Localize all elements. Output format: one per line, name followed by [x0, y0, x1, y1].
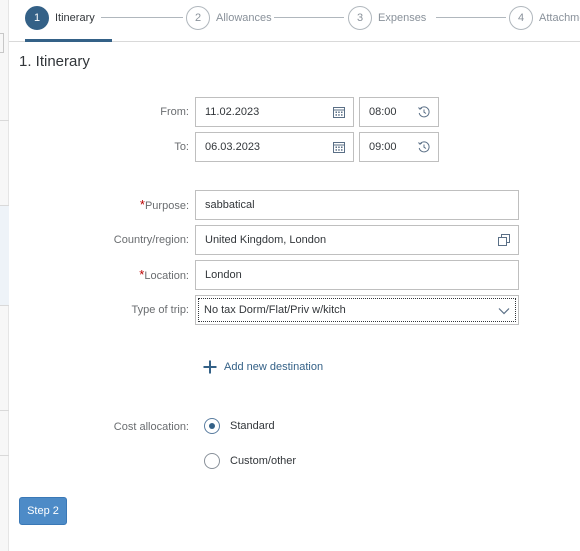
calendar-icon[interactable]	[333, 141, 345, 153]
purpose-input[interactable]: sabbatical	[195, 190, 519, 220]
radio-selected-icon	[204, 418, 220, 434]
location-value: London	[205, 269, 242, 281]
from-label: From:	[160, 106, 189, 118]
clock-icon[interactable]	[418, 106, 430, 118]
step-label: Expenses	[378, 12, 427, 24]
country-region-input[interactable]: United Kingdom, London	[195, 225, 519, 255]
step-connector	[436, 17, 506, 18]
add-new-destination-link[interactable]: Add new destination	[203, 360, 323, 374]
from-date-value: 11.02.2023	[205, 106, 260, 118]
add-new-destination-label: Add new destination	[224, 361, 324, 373]
to-label: To:	[174, 141, 189, 153]
type-of-trip-value: No tax Dorm/Flat/Priv w/kitch	[204, 304, 346, 316]
purpose-label-text: Purpose:	[144, 200, 189, 212]
left-pane-strip	[0, 0, 9, 551]
step-2-button[interactable]: Step 2	[19, 497, 67, 525]
from-time-input[interactable]: 08:00	[359, 97, 439, 127]
wizard-step-expenses[interactable]: 3 Expenses	[348, 6, 426, 30]
step-number: 4	[509, 6, 533, 30]
page-title: 1. Itinerary	[19, 53, 90, 70]
step-number: 2	[186, 6, 210, 30]
wizard-step-allowances[interactable]: 2 Allowances	[186, 6, 272, 30]
to-time-value: 09:00	[369, 141, 397, 153]
cost-allocation-label: Cost allocation:	[113, 421, 189, 433]
step-connector	[101, 17, 183, 18]
step-label: Attachme	[539, 12, 580, 24]
divider	[0, 120, 9, 121]
location-label: *Location:	[9, 267, 189, 282]
radio-label: Standard	[230, 420, 275, 432]
divider	[0, 205, 9, 206]
purpose-value: sabbatical	[205, 199, 255, 211]
left-pane-selection	[0, 205, 9, 305]
radio-label: Custom/other	[230, 455, 297, 467]
wizard-step-itinerary[interactable]: 1 Itinerary	[25, 6, 95, 30]
left-pane-handle[interactable]	[0, 33, 4, 53]
country-region-label: Country/region:	[113, 234, 189, 246]
to-date-value: 06.03.2023	[205, 141, 261, 153]
purpose-label: *Purpose:	[9, 197, 189, 212]
calendar-icon[interactable]	[333, 106, 345, 118]
wizard-step-attachments[interactable]: 4 Attachme	[509, 6, 580, 30]
divider	[0, 305, 9, 306]
step-label: Itinerary	[55, 12, 95, 24]
step-number: 1	[25, 6, 49, 30]
cost-allocation-standard-radio[interactable]: Standard	[204, 418, 275, 434]
wizard-progress-bar: 1 Itinerary 2 Allowances 3 Expenses 4 At…	[9, 0, 580, 42]
from-time-value: 08:00	[369, 106, 397, 118]
location-label-text: Location:	[144, 270, 189, 282]
radio-unselected-icon	[204, 453, 220, 469]
to-date-input[interactable]: 06.03.2023	[195, 132, 354, 162]
type-of-trip-select[interactable]: No tax Dorm/Flat/Priv w/kitch	[195, 295, 519, 325]
divider	[0, 455, 9, 456]
cost-allocation-custom-radio[interactable]: Custom/other	[204, 453, 296, 469]
active-step-indicator	[25, 39, 112, 42]
step-connector	[274, 17, 344, 18]
clock-icon[interactable]	[418, 141, 430, 153]
type-of-trip-label: Type of trip:	[131, 304, 189, 316]
from-date-input[interactable]: 11.02.2023	[195, 97, 354, 127]
plus-icon	[203, 360, 217, 374]
chevron-down-icon[interactable]	[498, 305, 510, 317]
step-label: Allowances	[216, 12, 272, 24]
divider	[0, 410, 9, 411]
country-region-value: United Kingdom, London	[205, 234, 327, 246]
to-time-input[interactable]: 09:00	[359, 132, 439, 162]
location-input[interactable]: London	[195, 260, 519, 290]
step-number: 3	[348, 6, 372, 30]
value-help-icon[interactable]	[498, 234, 510, 246]
